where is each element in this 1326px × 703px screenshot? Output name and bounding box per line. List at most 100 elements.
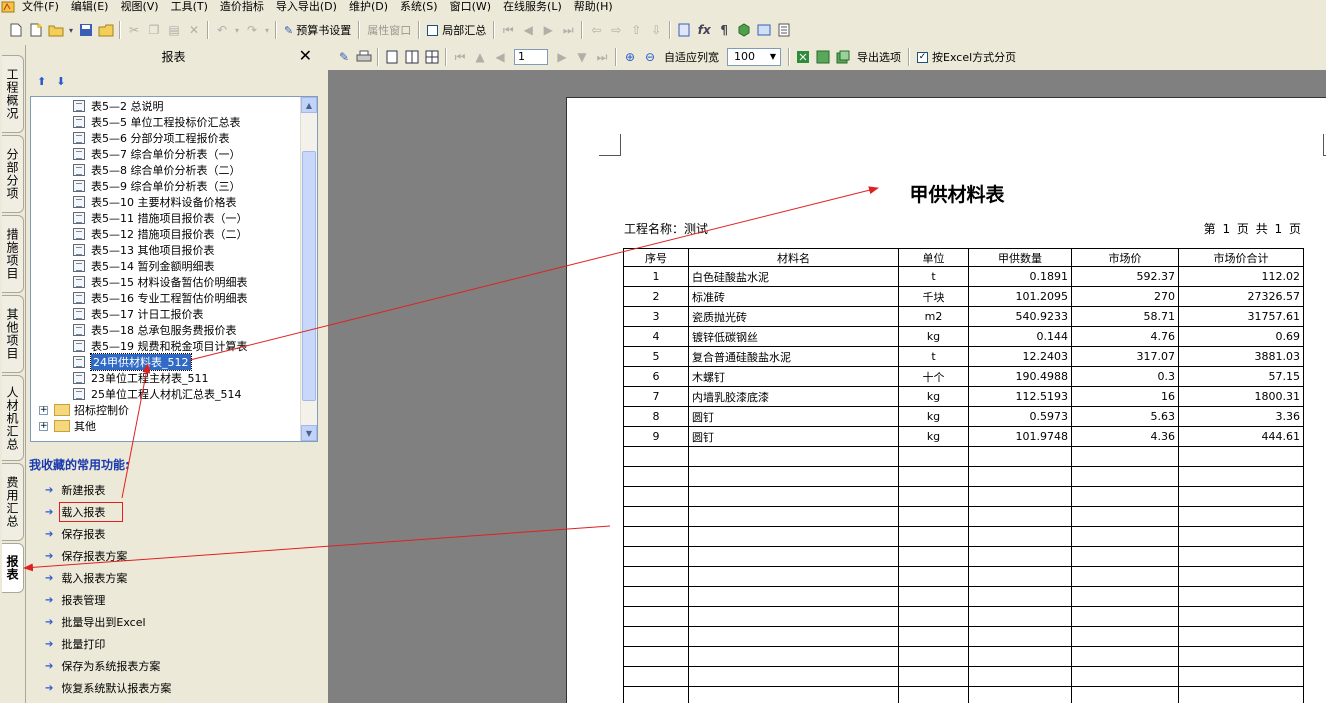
report-tree[interactable]: 表5—2 总说明 表5—5 单位工程投标价汇总表 表5—6 分部分项工程报价表 …: [30, 96, 318, 442]
favorite-report-management[interactable]: ➔ 报表管理: [45, 591, 105, 609]
first-page-icon[interactable]: ⏮: [450, 47, 470, 67]
paste-icon[interactable]: ▤: [164, 20, 184, 40]
tree-item[interactable]: 表5—10 主要材料设备价格表: [73, 194, 237, 210]
page-number-input[interactable]: 1: [514, 49, 548, 65]
cube-icon[interactable]: [734, 20, 754, 40]
tree-item[interactable]: 25单位工程人材机汇总表_514: [73, 386, 242, 402]
tab-cost-summary[interactable]: 费用汇总: [2, 463, 24, 541]
last-page-icon[interactable]: ⏭: [592, 47, 612, 67]
export-multi-icon[interactable]: [833, 47, 853, 67]
move-right-icon[interactable]: ⇨: [606, 20, 626, 40]
document-list-icon[interactable]: [774, 20, 794, 40]
tree-item[interactable]: 表5—19 规费和税金项目计算表: [73, 338, 248, 354]
open-dropdown-icon[interactable]: ▾: [66, 20, 76, 40]
tree-item[interactable]: 表5—16 专业工程暂估价明细表: [73, 290, 248, 306]
cut-icon[interactable]: ✂: [124, 20, 144, 40]
report-viewer[interactable]: 甲供材料表 工程名称：测试 第 1 页 共 1 页 序号 材料名 单位 甲供数量…: [328, 70, 1326, 703]
delete-icon[interactable]: ✕: [184, 20, 204, 40]
tree-item[interactable]: 表5—7 综合单价分析表（一）: [73, 146, 241, 162]
menu-system[interactable]: 系统(S): [394, 0, 444, 14]
partial-summary-checkbox[interactable]: [427, 24, 439, 36]
favorite-save-report[interactable]: ➔ 保存报表: [45, 525, 105, 543]
single-page-icon[interactable]: [382, 47, 402, 67]
tree-item[interactable]: 表5—15 材料设备暂估价明细表: [73, 274, 248, 290]
printer-icon[interactable]: [354, 47, 374, 67]
move-down-icon[interactable]: ⬇: [56, 75, 65, 88]
scroll-up-icon[interactable]: ▲: [301, 97, 317, 113]
tab-reports[interactable]: 报表: [2, 543, 24, 593]
first-record-icon[interactable]: ⏮: [498, 20, 518, 40]
copy-icon[interactable]: ❐: [144, 20, 164, 40]
favorite-new-report[interactable]: ➔ 新建报表: [45, 481, 105, 499]
fit-column-width-button[interactable]: 自适应列宽: [660, 47, 723, 67]
zoom-out-icon[interactable]: ⊖: [640, 47, 660, 67]
expand-icon[interactable]: +: [39, 405, 48, 415]
tree-item[interactable]: 表5—5 单位工程投标价汇总表: [73, 114, 241, 130]
tree-item[interactable]: 表5—18 总承包服务费报价表: [73, 322, 237, 338]
undo-icon[interactable]: ↶: [212, 20, 232, 40]
favorite-restore-default-scheme[interactable]: ➔ 恢复系统默认报表方案: [45, 679, 171, 697]
redo-icon[interactable]: ↷: [242, 20, 262, 40]
property-window-button[interactable]: 属性窗口: [363, 20, 415, 40]
menu-online-service[interactable]: 在线服务(L): [497, 0, 568, 14]
tab-sub-items[interactable]: 分部分项: [2, 135, 24, 213]
menu-window[interactable]: 窗口(W): [444, 0, 497, 14]
expand-icon[interactable]: +: [39, 421, 48, 431]
paragraph-icon[interactable]: ¶: [714, 20, 734, 40]
design-icon[interactable]: ✎: [334, 47, 354, 67]
tree-item[interactable]: 表5—9 综合单价分析表（三）: [73, 178, 241, 194]
menu-edit[interactable]: 编辑(E): [65, 0, 115, 14]
tab-measures[interactable]: 措施项目: [2, 215, 24, 293]
tab-other-items[interactable]: 其他项目: [2, 295, 24, 373]
prev-record-icon[interactable]: ◀: [518, 20, 538, 40]
next-record-icon[interactable]: ▶: [538, 20, 558, 40]
undo-dropdown-icon[interactable]: ▾: [232, 20, 242, 40]
menu-file[interactable]: 文件(F): [16, 0, 65, 14]
menu-maintenance[interactable]: 维护(D): [343, 0, 394, 14]
move-down-icon[interactable]: ⇩: [646, 20, 666, 40]
tree-scrollbar[interactable]: ▲ ▼: [300, 97, 317, 441]
image-icon[interactable]: [754, 20, 774, 40]
new-project-icon[interactable]: [26, 20, 46, 40]
page-down-icon[interactable]: ▼: [572, 47, 592, 67]
tree-item[interactable]: 23单位工程主材表_511: [73, 370, 209, 386]
last-record-icon[interactable]: ⏭: [558, 20, 578, 40]
open-file-icon[interactable]: [96, 20, 116, 40]
excel-paging-checkbox[interactable]: ✓: [917, 51, 928, 63]
partial-summary-toggle[interactable]: 局部汇总: [423, 20, 490, 40]
tree-item[interactable]: 表5—11 措施项目报价表（一）: [73, 210, 248, 226]
next-page-icon[interactable]: ▶: [552, 47, 572, 67]
save-icon[interactable]: [76, 20, 96, 40]
move-left-icon[interactable]: ⇦: [586, 20, 606, 40]
favorite-save-scheme[interactable]: ➔ 保存报表方案: [45, 547, 127, 565]
budget-settings-button[interactable]: ✎ 预算书设置: [280, 20, 355, 40]
scroll-thumb[interactable]: [302, 151, 316, 401]
menu-tools[interactable]: 工具(T): [165, 0, 214, 14]
open-folder-icon[interactable]: [46, 20, 66, 40]
page-up-icon[interactable]: ▲: [470, 47, 490, 67]
panel-splitter[interactable]: [320, 45, 328, 703]
favorite-load-report[interactable]: ➔ 载入报表: [45, 502, 124, 522]
export-sheet-icon[interactable]: [813, 47, 833, 67]
tree-folder[interactable]: + 招标控制价: [39, 402, 129, 418]
favorite-batch-export-excel[interactable]: ➔ 批量导出到Excel: [45, 613, 146, 631]
tree-item[interactable]: 表5—17 计日工报价表: [73, 306, 204, 322]
menu-cost-index[interactable]: 造价指标: [214, 0, 270, 14]
menu-import-export[interactable]: 导入导出(D): [270, 0, 343, 14]
two-pages-icon[interactable]: [402, 47, 422, 67]
tab-project-overview[interactable]: 工程概况: [2, 55, 24, 133]
new-file-icon[interactable]: [6, 20, 26, 40]
zoom-in-icon[interactable]: ⊕: [620, 47, 640, 67]
tree-folder[interactable]: + 其他: [39, 418, 96, 434]
tree-item[interactable]: 表5—12 措施项目报价表（二）: [73, 226, 248, 242]
multi-pages-icon[interactable]: [422, 47, 442, 67]
calculator-icon[interactable]: [674, 20, 694, 40]
prev-page-icon[interactable]: ◀: [490, 47, 510, 67]
export-options-button[interactable]: 导出选项: [853, 47, 905, 67]
excel-paging-toggle[interactable]: ✓ 按Excel方式分页: [913, 47, 1020, 67]
scroll-down-icon[interactable]: ▼: [301, 425, 317, 441]
close-icon[interactable]: ✕: [299, 46, 312, 65]
move-up-icon[interactable]: ⬆: [37, 75, 46, 88]
menu-help[interactable]: 帮助(H): [568, 0, 619, 14]
tree-item[interactable]: 表5—13 其他项目报价表: [73, 242, 215, 258]
